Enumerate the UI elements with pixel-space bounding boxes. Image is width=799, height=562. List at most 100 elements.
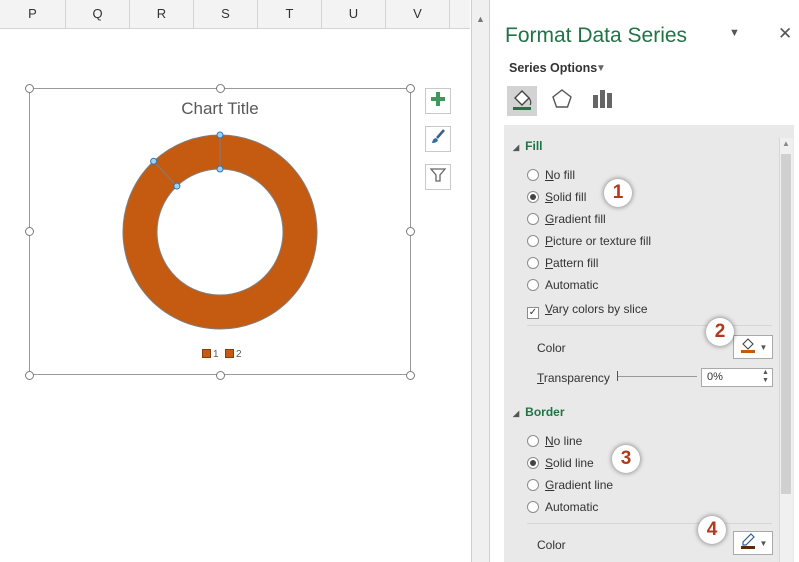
pane-title: Format Data Series	[505, 24, 688, 47]
fill-section-header[interactable]: ◢ Fill	[513, 139, 543, 153]
radio-pattern-fill[interactable]: Pattern fill	[527, 256, 598, 270]
legend-swatch-icon	[225, 349, 234, 358]
column-header-r[interactable]: R	[130, 0, 194, 28]
doughnut-chart[interactable]: Chart Title 1 2	[29, 88, 411, 375]
radio-picture-texture-fill[interactable]: Picture or texture fill	[527, 234, 651, 248]
radio-button[interactable]	[527, 257, 539, 269]
accel-key: S	[545, 456, 554, 470]
chart-filters-button[interactable]	[425, 164, 451, 190]
resize-handle-right[interactable]	[406, 227, 415, 236]
fill-line-icon	[510, 87, 534, 116]
option-label: ary colors by slice	[552, 302, 648, 316]
accel-key: T	[537, 371, 544, 385]
checkbox-vary-colors[interactable]: ✓ Vary colors by slice	[527, 302, 648, 319]
legend-label: 1	[213, 349, 219, 360]
tab-series-options[interactable]	[587, 86, 617, 116]
radio-automatic-line[interactable]: Automatic	[527, 500, 598, 514]
border-section-header[interactable]: ◢ Border	[513, 405, 565, 419]
fill-section-label: Fill	[525, 139, 543, 153]
radio-button[interactable]	[527, 279, 539, 291]
point-selection-handle-0-0[interactable]	[216, 131, 224, 139]
fill-color-label: Color	[537, 341, 566, 355]
accel-key: G	[545, 212, 555, 226]
callout-1: 1	[604, 179, 632, 207]
accel-key: P	[545, 256, 554, 270]
resize-handle-top-right[interactable]	[406, 84, 415, 93]
column-header-s[interactable]: S	[194, 0, 258, 28]
radio-button[interactable]	[527, 169, 539, 181]
close-icon[interactable]: ✕	[778, 24, 792, 44]
transparency-slider[interactable]	[617, 376, 697, 377]
resize-handle-bottom-right[interactable]	[406, 371, 415, 380]
resize-handle-bottom[interactable]	[216, 371, 225, 380]
radio-button[interactable]	[527, 479, 539, 491]
column-headers: P Q R S T U V	[0, 0, 470, 29]
checkbox-checked[interactable]: ✓	[527, 307, 539, 319]
transparency-label-text: ransparency	[543, 371, 610, 385]
radio-button[interactable]	[527, 501, 539, 513]
radio-solid-fill[interactable]: Solid fill	[527, 190, 586, 204]
worksheet[interactable]: P Q R S T U V Chart Title 1 2	[0, 0, 470, 562]
point-selection-handle-1-0[interactable]	[150, 157, 158, 165]
option-label: attern fill	[553, 256, 599, 270]
spinner-icon[interactable]: ▲ ▼	[762, 369, 769, 385]
tab-effects[interactable]	[547, 86, 577, 116]
column-header-v[interactable]: V	[386, 0, 450, 28]
radio-button[interactable]	[527, 213, 539, 225]
accel-key: S	[545, 190, 554, 204]
resize-handle-top-left[interactable]	[25, 84, 34, 93]
tab-fill-line[interactable]	[507, 86, 537, 116]
border-color-button[interactable]: ▼	[733, 531, 773, 555]
legend-entry-1[interactable]: 1	[202, 349, 219, 360]
slider-thumb[interactable]	[617, 371, 618, 381]
series-options-dropdown[interactable]: Series Options	[509, 61, 597, 75]
accel-key: P	[545, 234, 554, 248]
point-selection-handle-0-1[interactable]	[216, 165, 224, 173]
chart-styles-button[interactable]	[425, 126, 451, 152]
radio-button-checked[interactable]	[527, 457, 539, 469]
scroll-up-icon[interactable]: ▲	[782, 139, 790, 148]
radio-gradient-fill[interactable]: Gradient fill	[527, 212, 606, 226]
chevron-down-icon[interactable]: ▼	[596, 63, 606, 74]
option-label: o line	[553, 434, 583, 448]
legend-label: 2	[236, 349, 242, 360]
pane-scroll-thumb[interactable]	[781, 154, 791, 494]
column-header-q[interactable]: Q	[66, 0, 130, 28]
legend-entry-2[interactable]: 2	[225, 349, 242, 360]
chevron-down-icon: ▼	[759, 342, 768, 352]
resize-handle-left[interactable]	[25, 227, 34, 236]
chevron-down-icon: ▼	[759, 538, 768, 548]
column-header-u[interactable]: U	[322, 0, 386, 28]
option-label: icture or texture fill	[553, 234, 652, 248]
sheet-vertical-scrollbar[interactable]	[471, 0, 490, 562]
divider	[527, 325, 772, 326]
effects-icon	[550, 87, 574, 116]
column-header-p[interactable]: P	[0, 0, 66, 28]
option-label: o fill	[553, 168, 576, 182]
doughnut-plot[interactable]	[30, 89, 412, 376]
radio-automatic-fill[interactable]: Automatic	[527, 278, 598, 292]
radio-no-line[interactable]: No line	[527, 434, 582, 448]
pane-options-dropdown-icon[interactable]: ▼	[729, 27, 740, 39]
resize-handle-top[interactable]	[216, 84, 225, 93]
column-header-t[interactable]: T	[258, 0, 322, 28]
radio-button[interactable]	[527, 235, 539, 247]
series-options-icon	[590, 87, 614, 116]
radio-solid-line[interactable]: Solid line	[527, 456, 594, 470]
fill-color-button[interactable]: ▼	[733, 335, 773, 359]
radio-button[interactable]	[527, 435, 539, 447]
radio-gradient-line[interactable]: Gradient line	[527, 478, 613, 492]
point-selection-handle-1-1[interactable]	[173, 182, 181, 190]
option-label: Automatic	[545, 500, 599, 514]
border-color-label: Color	[537, 538, 566, 552]
chart-styles-icon	[429, 128, 447, 151]
chart-elements-button[interactable]	[425, 88, 451, 114]
scroll-up-icon[interactable]: ▲	[476, 14, 485, 24]
option-label: radient fill	[554, 212, 606, 226]
radio-no-fill[interactable]: No fill	[527, 168, 575, 182]
legend-swatch-icon	[202, 349, 211, 358]
pane-scrollbar[interactable]: ▲	[779, 138, 793, 562]
resize-handle-bottom-left[interactable]	[25, 371, 34, 380]
pen-icon	[739, 532, 757, 555]
radio-button-checked[interactable]	[527, 191, 539, 203]
